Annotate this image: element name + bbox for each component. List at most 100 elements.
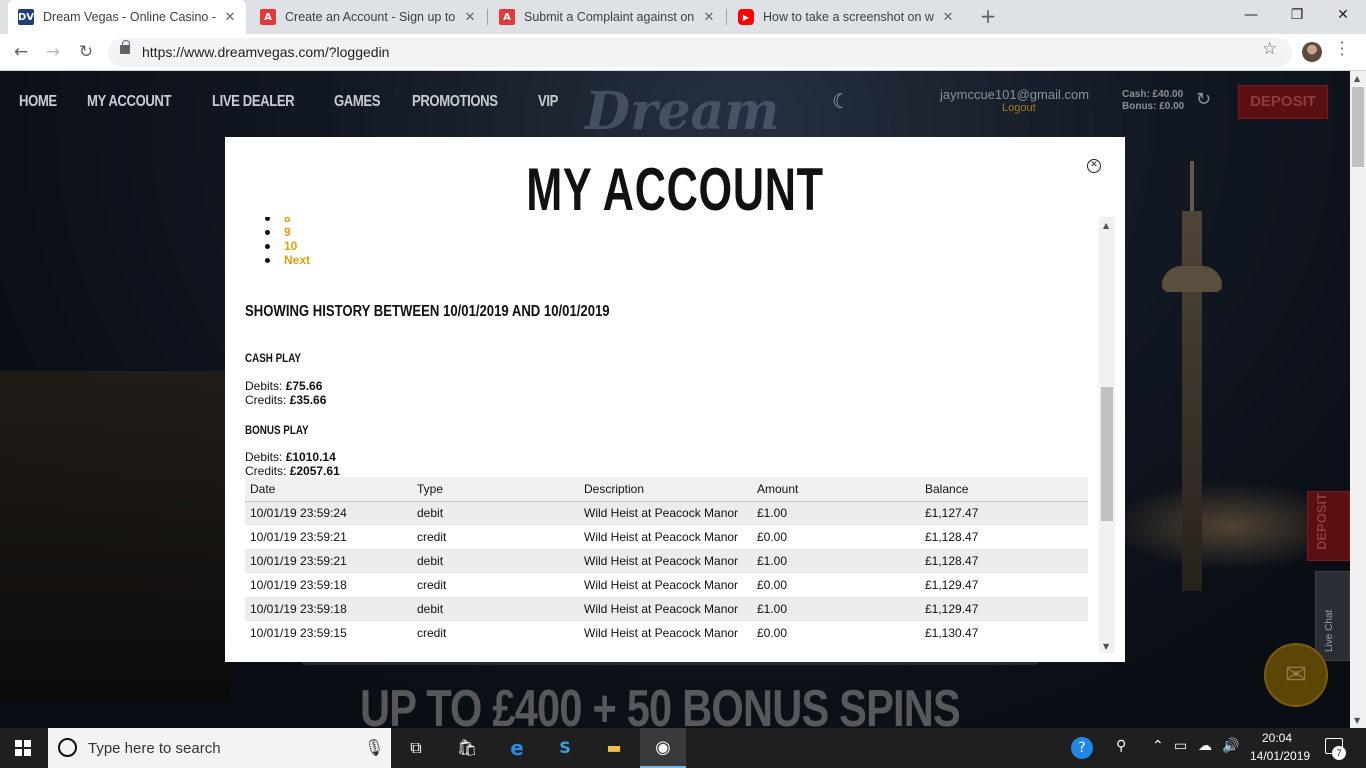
- bookmark-star-icon[interactable]: ☆: [1262, 39, 1277, 59]
- my-account-modal: MY ACCOUNT ✕ 8 9 10 Next SHOWING HISTORY…: [225, 137, 1125, 662]
- taskbar-time[interactable]: 20:04: [1262, 731, 1292, 745]
- cell-amount: £0.00: [757, 530, 788, 544]
- close-tab-icon[interactable]: ✕: [940, 10, 956, 25]
- modal-scrollbar[interactable]: ▲ ▼: [1099, 217, 1115, 653]
- cell-description: Wild Heist at Peacock Manor: [584, 578, 739, 592]
- table-row: 10/01/19 23:59:21 debit Wild Heist at Pe…: [245, 549, 1088, 573]
- cash-credits: Credits: £35.66: [245, 393, 326, 407]
- microphone-icon[interactable]: 🎙: [364, 738, 384, 757]
- nav-home[interactable]: HOME: [19, 93, 57, 111]
- close-window-button[interactable]: ✕: [1320, 0, 1366, 30]
- address-bar[interactable]: https://www.dreamvegas.com/?loggedin: [108, 38, 1292, 67]
- page-scrollbar[interactable]: ▲ ▼: [1350, 71, 1366, 728]
- scroll-down-arrow-icon[interactable]: ▼: [1103, 642, 1109, 651]
- cash-debits-value: £75.66: [285, 379, 323, 393]
- close-tab-icon[interactable]: ✕: [462, 10, 478, 25]
- cell-description: Wild Heist at Peacock Manor: [579, 597, 752, 621]
- reload-icon[interactable]: ↻: [73, 39, 99, 65]
- column-header-amount: Amount: [752, 477, 920, 502]
- side-deposit-button[interactable]: DEPOSIT: [1307, 491, 1350, 561]
- cell-date: 10/01/19 23:59:21: [250, 530, 347, 544]
- tab-dream-vegas[interactable]: DV Dream Vegas - Online Casino - 2 ✕: [8, 0, 246, 34]
- chrome-icon: ◉: [655, 737, 671, 758]
- modal-title: MY ACCOUNT: [526, 156, 824, 223]
- cell-balance: £1,130.47: [925, 626, 979, 640]
- tab-separator: [726, 9, 727, 25]
- column-header-balance: Balance: [920, 477, 1088, 502]
- column-header-date: Date: [245, 477, 412, 502]
- live-chat-tab[interactable]: Live Chat: [1315, 571, 1350, 661]
- page-link-10[interactable]: 10: [265, 239, 310, 253]
- site-main-nav: HOME MY ACCOUNT LIVE DEALER GAMES PROMOT…: [19, 93, 563, 111]
- chevron-up-icon[interactable]: ⌃: [1152, 738, 1164, 754]
- minimize-button[interactable]: —: [1228, 0, 1274, 30]
- nav-live-dealer[interactable]: LIVE DEALER: [212, 93, 295, 111]
- url-text[interactable]: https://www.dreamvegas.com/?loggedin: [142, 44, 389, 60]
- cell-balance: £1,129.47: [920, 597, 1088, 621]
- nav-games[interactable]: GAMES: [334, 93, 380, 111]
- taskbar-date[interactable]: 14/01/2019: [1250, 749, 1310, 763]
- cash-play-heading: CASH PLAY: [245, 351, 301, 365]
- scroll-up-arrow-icon[interactable]: ▲: [1103, 221, 1109, 230]
- task-view-icon[interactable]: ⧉: [404, 736, 428, 760]
- volume-icon[interactable]: 🔊: [1222, 738, 1239, 754]
- promo-headline: UP TO £400 + 50 BONUS SPINS: [360, 680, 961, 728]
- people-icon[interactable]: ⚲: [1116, 738, 1126, 754]
- browser-menu-icon[interactable]: · · ·: [1336, 35, 1348, 63]
- refresh-balance-icon[interactable]: ↻: [1196, 89, 1211, 110]
- modal-scrollbar-thumb[interactable]: [1101, 387, 1113, 521]
- taskbar-search-placeholder: Type here to search: [88, 740, 221, 757]
- table-row: 10/01/19 23:59:18 credit Wild Heist at P…: [245, 573, 1088, 597]
- cloud-icon[interactable]: ☁: [1198, 738, 1212, 754]
- close-tab-icon[interactable]: ✕: [222, 10, 238, 25]
- page-link-next[interactable]: Next: [265, 253, 310, 267]
- maximize-button[interactable]: ❐: [1274, 0, 1320, 30]
- deposit-button[interactable]: DEPOSIT: [1238, 85, 1328, 119]
- battery-icon[interactable]: ▭: [1174, 738, 1187, 754]
- cortana-icon: [58, 738, 77, 757]
- help-icon[interactable]: ?: [1071, 737, 1093, 759]
- nav-vip[interactable]: VIP: [538, 93, 558, 111]
- close-tab-icon[interactable]: ✕: [701, 10, 717, 25]
- logout-link[interactable]: Logout: [1002, 102, 1036, 114]
- scroll-down-arrow-icon[interactable]: ▼: [1354, 716, 1360, 725]
- new-tab-button[interactable]: +: [976, 5, 1000, 29]
- cell-amount: £1.00: [752, 501, 920, 525]
- cell-type: credit: [417, 578, 447, 592]
- chat-envelope-icon[interactable]: ✉: [1264, 643, 1328, 707]
- tab-submit-complaint[interactable]: A Submit a Complaint against onlin ✕: [489, 0, 725, 34]
- nav-promotions[interactable]: PROMOTIONS: [412, 93, 498, 111]
- cell-amount: £1.00: [752, 597, 920, 621]
- edge-icon[interactable]: e: [505, 736, 529, 760]
- cash-debits-label: Debits:: [245, 379, 283, 393]
- page-link-8[interactable]: 8: [265, 217, 310, 225]
- windows-taskbar: Type here to search 🎙 ⧉ 🛍 e S ▬ ◉ ? ⚲ ⌃ …: [0, 728, 1366, 768]
- page-scrollbar-thumb[interactable]: [1352, 87, 1364, 167]
- scroll-up-arrow-icon[interactable]: ▲: [1354, 74, 1360, 83]
- file-explorer-icon[interactable]: ▬: [602, 736, 626, 760]
- chrome-taskbar-button[interactable]: ◉: [640, 728, 686, 768]
- close-icon[interactable]: ✕: [1087, 159, 1101, 173]
- forward-arrow-icon[interactable]: →: [40, 39, 66, 65]
- askgamblers-favicon-icon: A: [499, 9, 515, 25]
- live-chat-label: Live Chat: [1324, 609, 1335, 652]
- history-heading: SHOWING HISTORY BETWEEN 10/01/2019 AND 1…: [245, 303, 610, 320]
- taskbar-search-box[interactable]: Type here to search 🎙: [48, 728, 391, 768]
- store-icon[interactable]: 🛍: [455, 736, 479, 760]
- site-logo[interactable]: Dream: [585, 81, 779, 142]
- profile-avatar[interactable]: [1302, 42, 1322, 62]
- column-header-type: Type: [412, 477, 579, 502]
- skype-icon[interactable]: S: [553, 736, 577, 760]
- cell-date: 10/01/19 23:59:24: [245, 501, 412, 525]
- page-link-9[interactable]: 9: [265, 225, 310, 239]
- browser-toolbar: ← → ↻ https://www.dreamvegas.com/?logged…: [0, 34, 1366, 71]
- back-arrow-icon[interactable]: ←: [8, 39, 34, 65]
- windows-start-icon[interactable]: [15, 740, 31, 756]
- cell-balance: £1,128.47: [920, 549, 1088, 573]
- bonus-debits-label: Debits:: [245, 450, 283, 464]
- bonus-play-heading: BONUS PLAY: [245, 423, 309, 437]
- pagination-list: 8 9 10 Next: [265, 217, 310, 267]
- tab-create-account[interactable]: A Create an Account - Sign up to A ✕: [250, 0, 486, 34]
- tab-youtube-screenshot[interactable]: ▶ How to take a screenshot on win ✕: [728, 0, 964, 34]
- nav-my-account[interactable]: MY ACCOUNT: [87, 93, 172, 111]
